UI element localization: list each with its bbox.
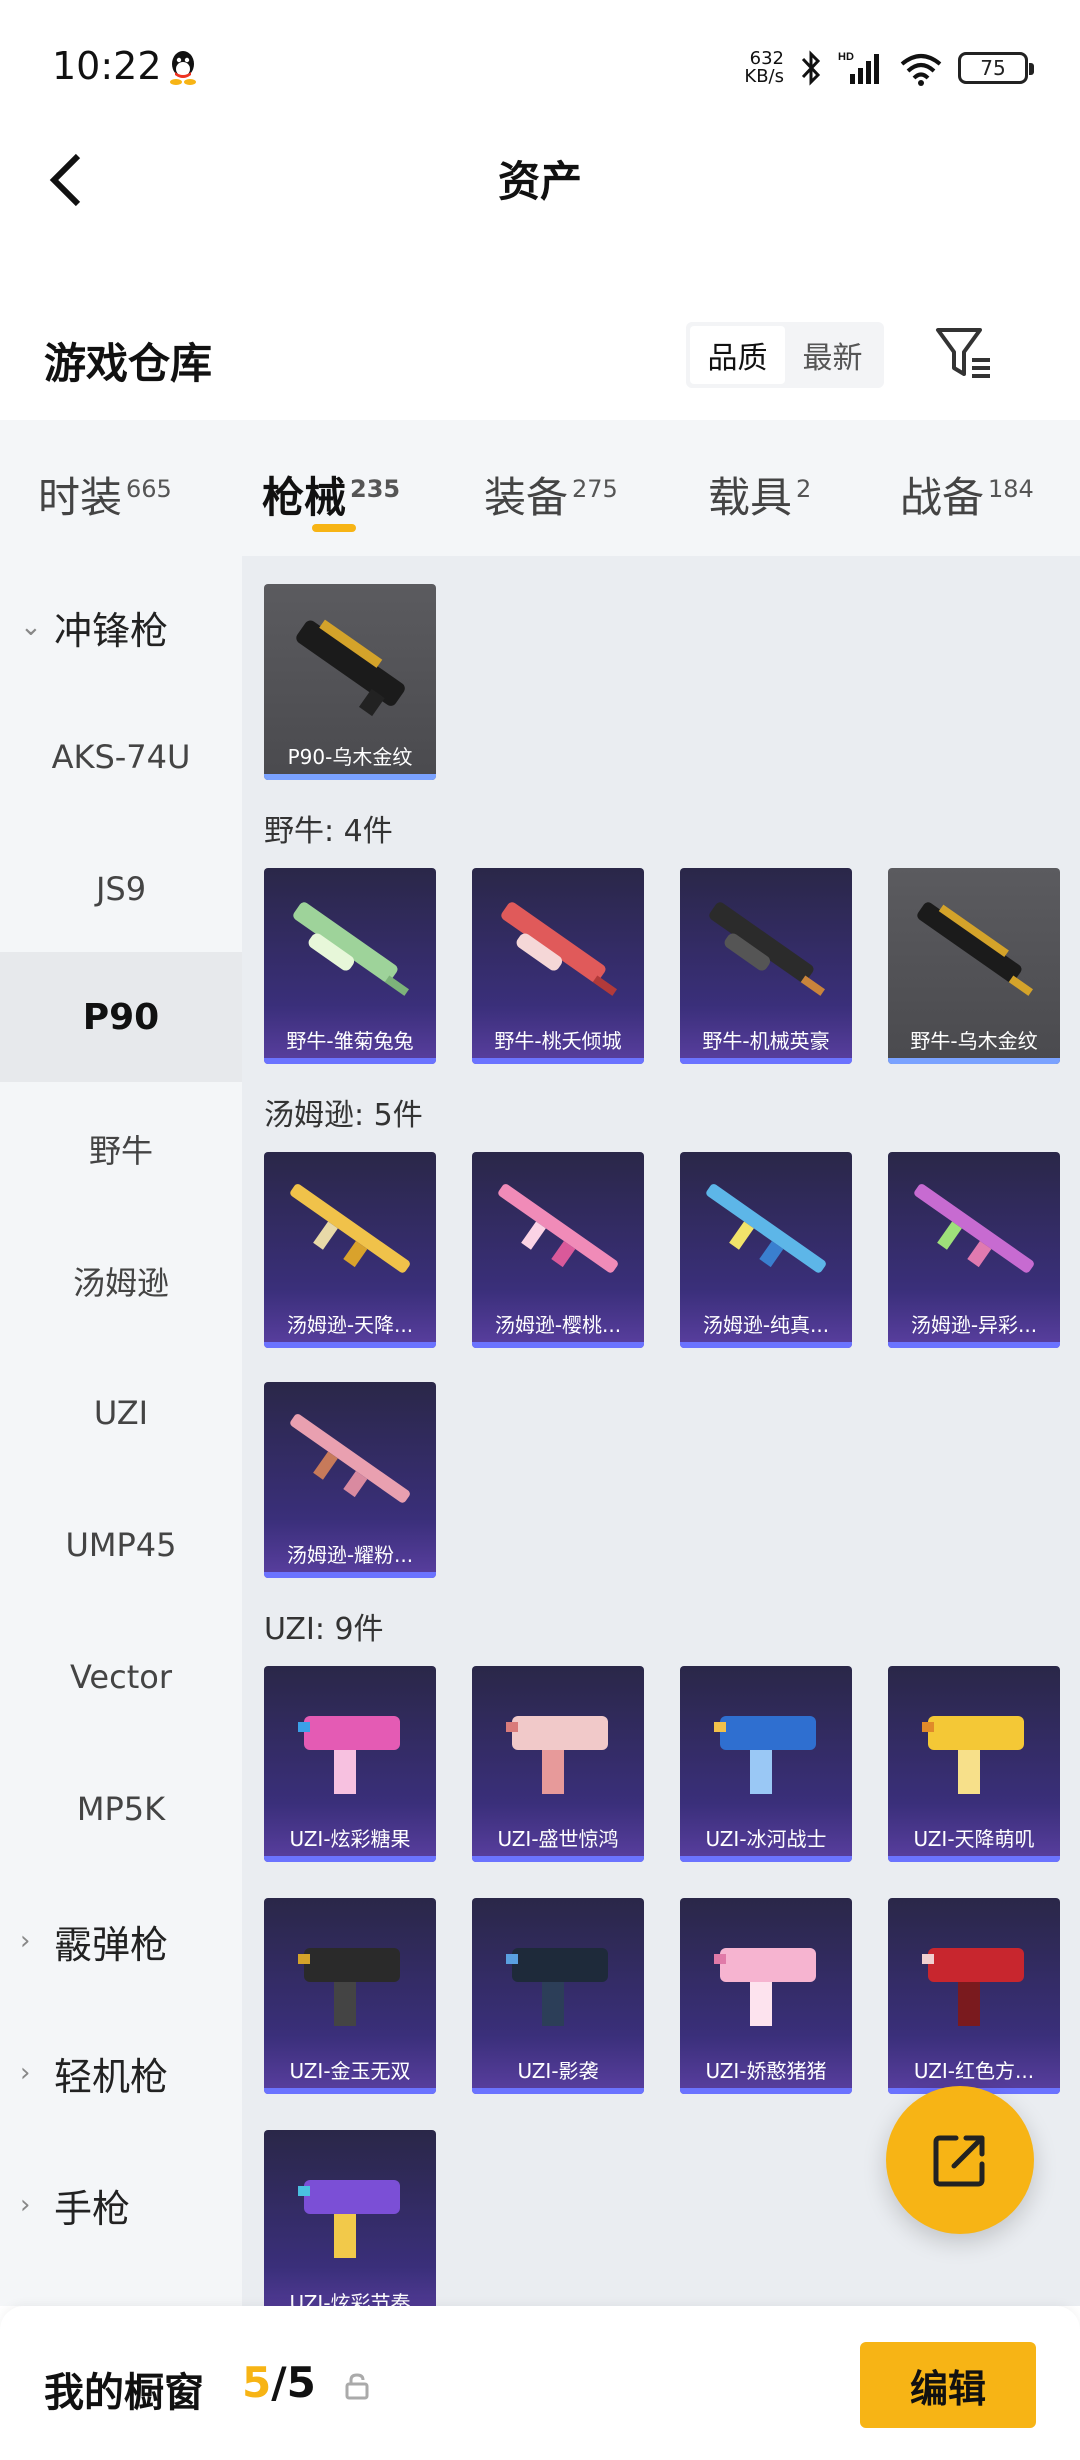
cellular-signal-icon: HD: [838, 51, 879, 84]
battery-icon: 75: [958, 52, 1034, 84]
group-label-bison: 野牛: 4件: [264, 814, 393, 849]
thompson-gun-image: [706, 1184, 826, 1273]
skin-card[interactable]: UZI-炫彩糖果: [264, 1666, 436, 1862]
wifi-icon: [900, 54, 942, 86]
bluetooth-icon: [801, 50, 821, 86]
filter-icon[interactable]: [932, 322, 996, 386]
sidebar-item-uzi[interactable]: UZI: [0, 1348, 242, 1478]
share-button[interactable]: [886, 2086, 1034, 2234]
tab-fashion[interactable]: 时装 665: [38, 464, 172, 525]
sort-option-quality[interactable]: 品质: [690, 326, 785, 384]
sidebar-item-thompson[interactable]: 汤姆逊: [0, 1216, 242, 1346]
skin-card[interactable]: UZI-天降萌叽: [888, 1666, 1060, 1862]
thompson-gun-image: [290, 1414, 410, 1503]
weapon-type-sidebar: ⌄ 冲锋枪 AKS-74U JS9 P90 野牛 汤姆逊 UZI UMP45 Ve…: [0, 556, 242, 2306]
skin-card[interactable]: 汤姆逊-天降...: [264, 1152, 436, 1348]
bison-gun-image: [501, 902, 617, 996]
chevron-right-icon: ›: [20, 2058, 31, 2088]
sidebar-group-pistol[interactable]: › 手枪: [0, 2140, 242, 2270]
sidebar-item-p90[interactable]: P90: [0, 952, 242, 1082]
uzi-gun-image: [922, 1716, 1024, 1794]
uzi-gun-image: [506, 1716, 608, 1794]
tab-firearms[interactable]: 枪械 235: [262, 464, 400, 525]
uzi-gun-image: [714, 1716, 816, 1794]
skin-card[interactable]: UZI-影袭: [472, 1898, 644, 2094]
skin-card[interactable]: UZI-炫彩节奏: [264, 2130, 436, 2306]
skin-card[interactable]: UZI-盛世惊鸿: [472, 1666, 644, 1862]
netspeed: 632 KB/s: [744, 48, 784, 87]
sidebar-item-vector[interactable]: Vector: [0, 1612, 242, 1742]
p90-gun-image: [296, 619, 405, 717]
sidebar-item-mp5k[interactable]: MP5K: [0, 1744, 242, 1874]
uzi-gun-image: [506, 1948, 608, 2026]
my-showcase-label: 我的橱窗: [44, 2370, 204, 2416]
chevron-right-icon: ›: [20, 1926, 31, 1956]
skin-card[interactable]: UZI-娇憨猪猪: [680, 1898, 852, 2094]
tab-combat-supplies[interactable]: 战备 184: [900, 464, 1034, 525]
status-bar: 10:22 632 KB/s HD 75: [0, 0, 1080, 140]
skin-card[interactable]: UZI-红色方...: [888, 1898, 1060, 2094]
chevron-down-icon: ⌄: [20, 612, 42, 642]
sidebar-item-ump45[interactable]: UMP45: [0, 1480, 242, 1610]
bison-gun-image: [917, 902, 1033, 996]
uzi-gun-image: [298, 2180, 400, 2258]
bison-gun-image: [709, 902, 825, 996]
sidebar-group-shotgun[interactable]: › 霰弹枪: [0, 1876, 242, 2006]
group-label-thompson: 汤姆逊: 5件: [264, 1098, 423, 1133]
uzi-gun-image: [922, 1948, 1024, 2026]
sort-option-newest[interactable]: 最新: [785, 326, 880, 384]
skin-card[interactable]: 野牛-桃夭倾城: [472, 868, 644, 1064]
thompson-gun-image: [290, 1184, 410, 1273]
skin-card[interactable]: 野牛-雏菊兔兔: [264, 868, 436, 1064]
qq-icon: [170, 51, 196, 85]
showcase-count: 5/5: [242, 2358, 316, 2407]
active-tab-indicator: [312, 524, 356, 532]
tab-equipment[interactable]: 装备 275: [484, 464, 618, 525]
skin-card[interactable]: UZI-金玉无双: [264, 1898, 436, 2094]
share-icon: [933, 2135, 985, 2187]
page-title: 资产: [497, 157, 582, 206]
sort-toggle: 品质 最新: [686, 322, 884, 388]
group-label-uzi: UZI: 9件: [264, 1612, 384, 1647]
status-icons: 632 KB/s HD 75: [744, 44, 1034, 92]
bison-gun-image: [293, 902, 409, 996]
chevron-right-icon: ›: [20, 2190, 31, 2220]
skin-card[interactable]: UZI-冰河战士: [680, 1666, 852, 1862]
skin-card[interactable]: 汤姆逊-异彩...: [888, 1152, 1060, 1348]
skin-card[interactable]: 汤姆逊-樱桃...: [472, 1152, 644, 1348]
sidebar-group-smg[interactable]: ⌄ 冲锋枪: [0, 562, 242, 692]
uzi-gun-image: [298, 1716, 400, 1794]
tab-vehicles[interactable]: 载具 2: [708, 464, 811, 525]
status-time: 10:22: [52, 44, 162, 88]
category-tabs: 时装 665 枪械 235 装备 275 载具 2 战备 184: [0, 420, 1080, 556]
lock-icon: [345, 2373, 369, 2400]
uzi-gun-image: [714, 1948, 816, 2026]
bottom-bar: 我的橱窗 5/5 编辑: [0, 2306, 1080, 2460]
skin-card[interactable]: 汤姆逊-纯真...: [680, 1152, 852, 1348]
sidebar-item-js9[interactable]: JS9: [0, 824, 242, 954]
section-title: 游戏仓库: [44, 339, 213, 388]
thompson-gun-image: [498, 1184, 618, 1273]
sidebar-item-bison[interactable]: 野牛: [0, 1084, 242, 1214]
skin-card[interactable]: 野牛-乌木金纹: [888, 868, 1060, 1064]
sidebar-item-aks74u[interactable]: AKS-74U: [0, 692, 242, 822]
skin-card[interactable]: 汤姆逊-耀粉...: [264, 1382, 436, 1578]
sidebar-group-lmg[interactable]: › 轻机枪: [0, 2008, 242, 2138]
uzi-gun-image: [298, 1948, 400, 2026]
thompson-gun-image: [914, 1184, 1034, 1273]
svg-text:HD: HD: [838, 51, 854, 63]
skin-grid: P90-乌木金纹 野牛: 4件 野牛-雏菊兔兔 野牛-桃夭倾城 野牛-机械英豪 …: [242, 556, 1080, 2306]
edit-button[interactable]: 编辑: [860, 2342, 1036, 2428]
skin-card[interactable]: 野牛-机械英豪: [680, 868, 852, 1064]
skin-card[interactable]: P90-乌木金纹: [264, 584, 436, 780]
